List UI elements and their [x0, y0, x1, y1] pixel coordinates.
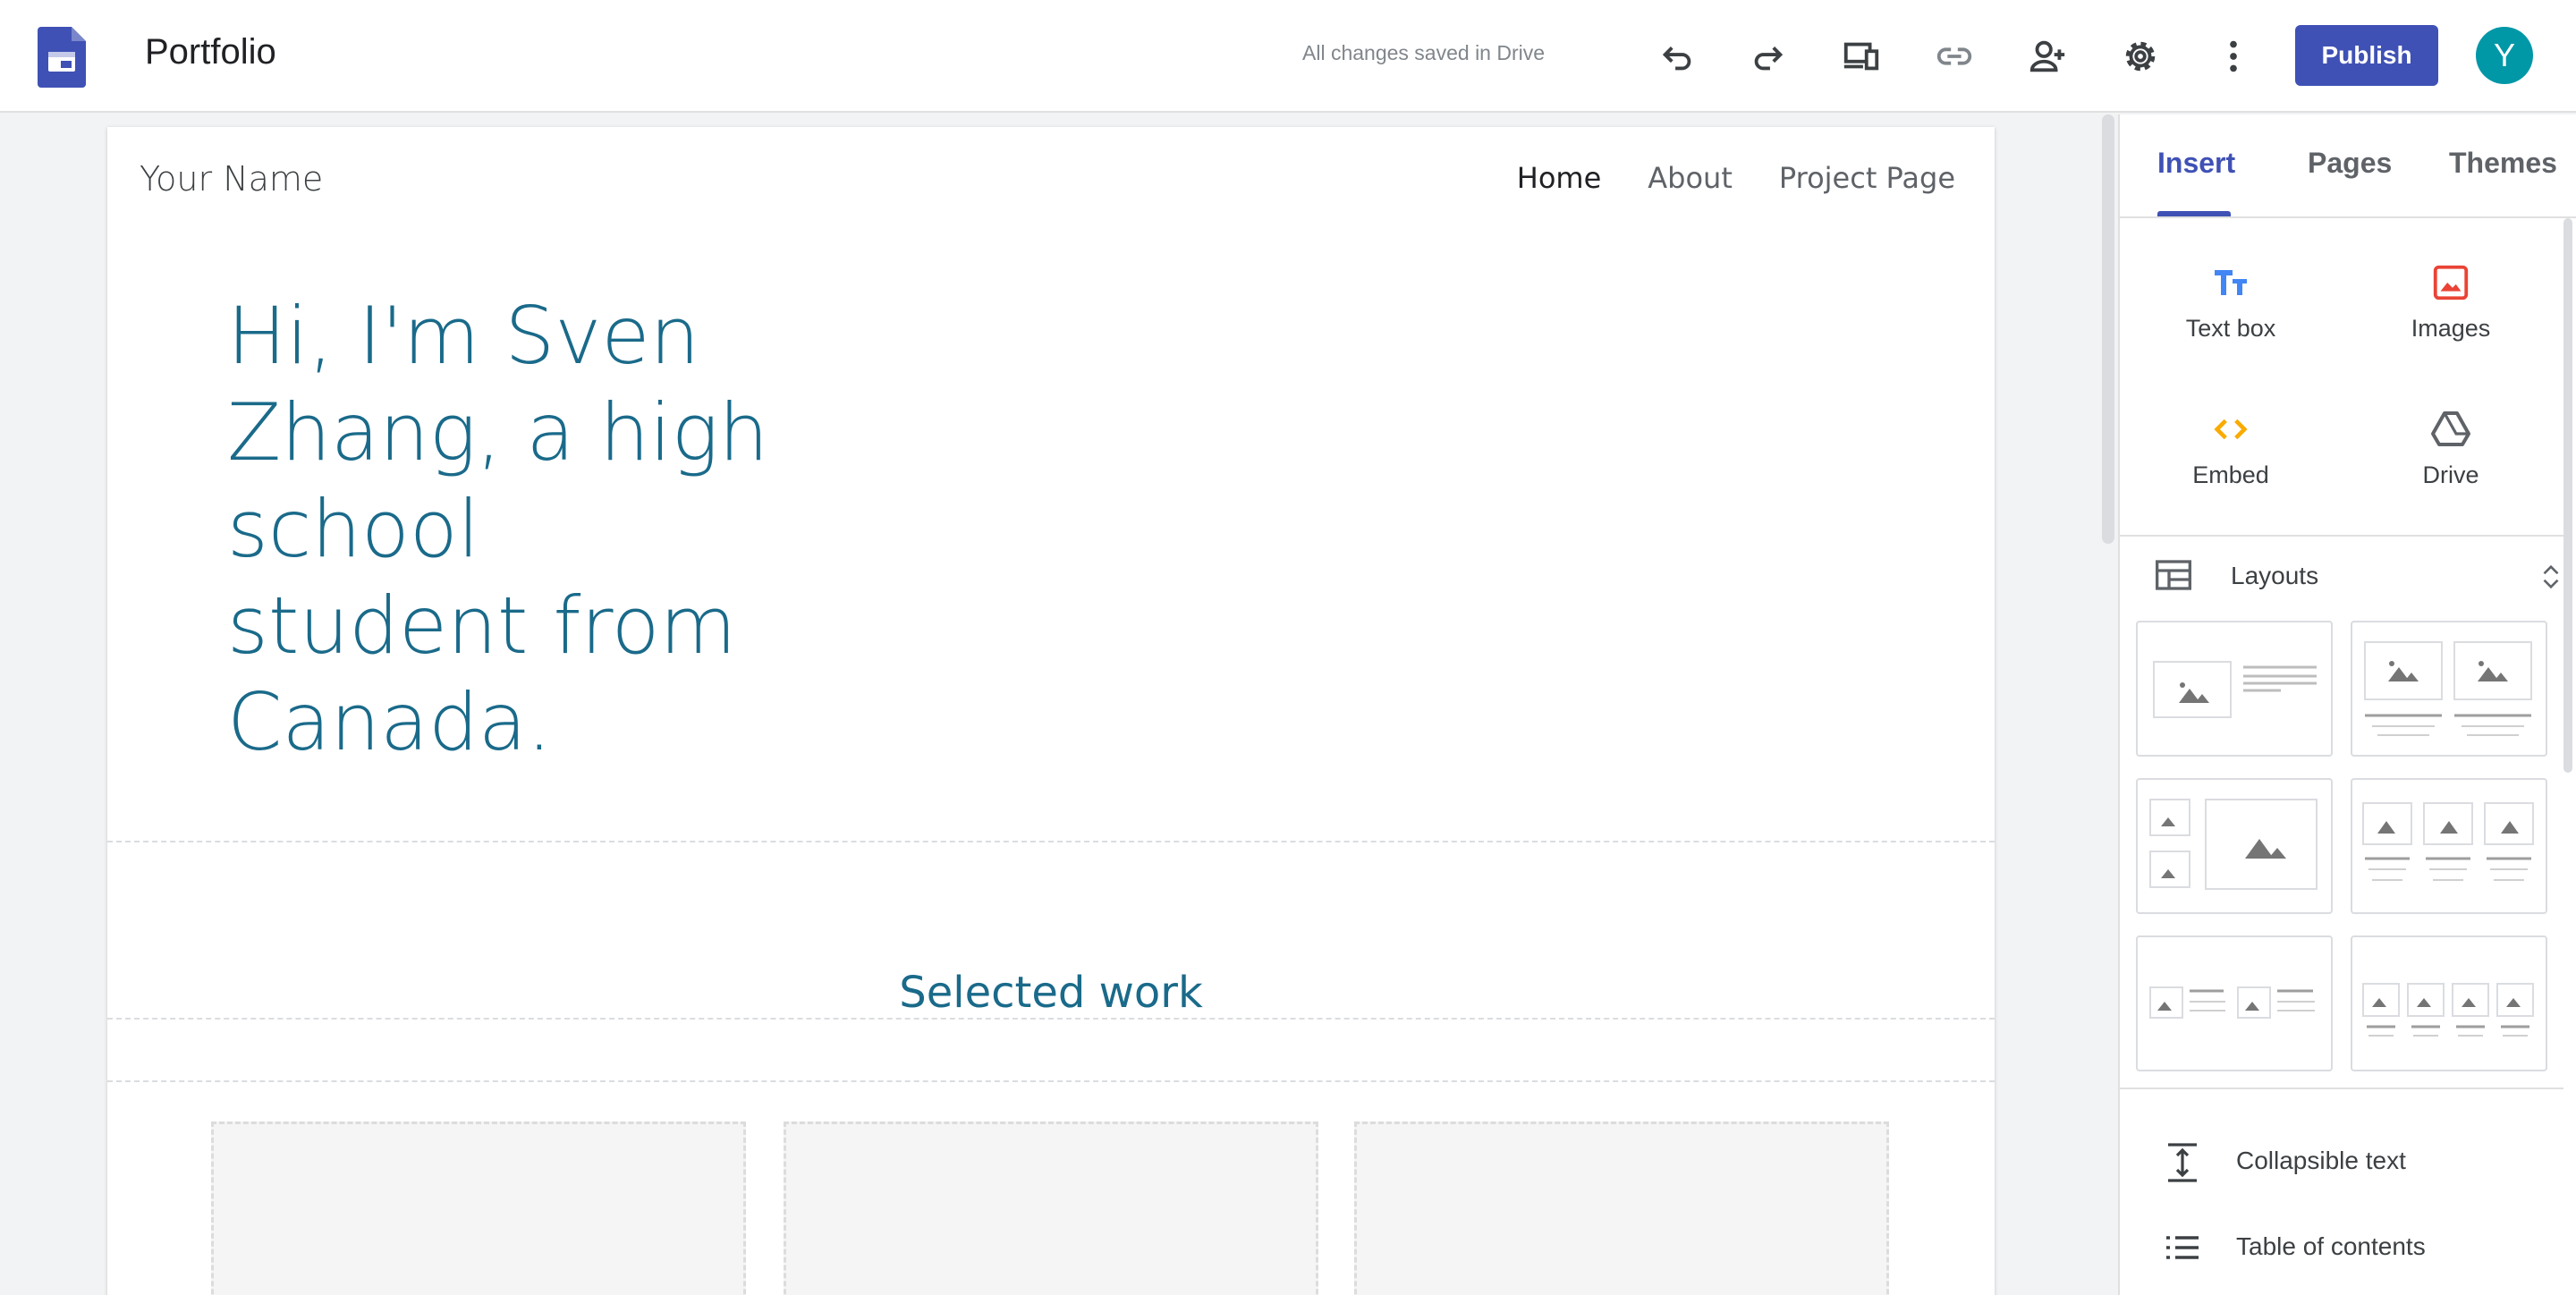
section-divider — [107, 1080, 1995, 1082]
image-placeholder[interactable] — [211, 1121, 746, 1295]
panel-scrollbar-thumb[interactable] — [2563, 218, 2572, 773]
top-bar: Portfolio All changes saved in Drive Pub… — [0, 0, 2576, 113]
site-name[interactable]: Your Name — [140, 159, 323, 199]
layout-option[interactable] — [2136, 935, 2333, 1071]
embed-icon — [2207, 406, 2254, 453]
sites-logo-icon[interactable] — [38, 27, 86, 88]
insert-text-box-button[interactable]: Text box — [2141, 259, 2320, 343]
publish-button[interactable]: Publish — [2295, 25, 2438, 86]
undo-icon[interactable] — [1653, 32, 1701, 80]
insert-table-of-contents-button[interactable]: Table of contents — [2165, 1225, 2558, 1270]
insert-drive-button[interactable]: Drive — [2361, 406, 2540, 489]
layouts-header[interactable]: Layouts — [2156, 554, 2559, 599]
layouts-icon — [2156, 560, 2191, 590]
insert-images-button[interactable]: Images — [2361, 259, 2540, 343]
site-page[interactable]: Your Name Home About Project Page Hi, I'… — [107, 127, 1995, 1295]
image-placeholder[interactable] — [1354, 1121, 1889, 1295]
more-vert-icon[interactable] — [2209, 32, 2258, 80]
collapse-chevron-icon[interactable] — [2542, 563, 2560, 590]
drive-icon — [2428, 406, 2474, 453]
tab-themes[interactable]: Themes — [2449, 147, 2557, 180]
site-nav-about[interactable]: About — [1648, 161, 1733, 195]
table-of-contents-icon — [2166, 1236, 2199, 1259]
layout-option[interactable] — [2351, 621, 2547, 757]
panel-divider — [2120, 535, 2563, 537]
insert-collapsible-text-button[interactable]: Collapsible text — [2165, 1139, 2558, 1184]
hero-heading[interactable]: Hi, I'm Sven Zhang, a high school studen… — [227, 288, 800, 771]
layouts-label: Layouts — [2231, 562, 2319, 589]
link-icon[interactable] — [1930, 32, 1979, 80]
list-item-label: Collapsible text — [2236, 1147, 2406, 1174]
layout-option[interactable] — [2136, 621, 2333, 757]
insert-embed-button[interactable]: Embed — [2141, 406, 2320, 489]
panel-tabs: Insert Pages Themes — [2120, 114, 2576, 218]
collapsible-text-icon — [2168, 1143, 2197, 1182]
active-tab-indicator — [2157, 211, 2231, 216]
text-box-icon — [2207, 259, 2254, 306]
layout-option[interactable] — [2351, 778, 2547, 914]
site-nav-home[interactable]: Home — [1517, 161, 1602, 195]
site-navigation: Home About Project Page — [1517, 161, 1955, 195]
site-nav-project-page[interactable]: Project Page — [1779, 161, 1955, 195]
insert-item-label: Text box — [2185, 315, 2276, 342]
canvas-scrollbar[interactable] — [2102, 114, 2118, 544]
section-heading[interactable]: Selected work — [107, 968, 1995, 1018]
settings-gear-icon[interactable] — [2116, 32, 2165, 80]
tab-insert[interactable]: Insert — [2157, 147, 2235, 180]
canvas-scrollbar-thumb[interactable] — [2102, 114, 2114, 544]
image-icon — [2428, 259, 2474, 306]
document-title[interactable]: Portfolio — [145, 32, 276, 72]
insert-item-label: Drive — [2422, 461, 2479, 488]
layout-option[interactable] — [2351, 935, 2547, 1071]
insert-panel: Insert Pages Themes Text box Images Embe… — [2118, 114, 2576, 1295]
save-status: All changes saved in Drive — [1302, 41, 1546, 64]
image-placeholder[interactable] — [784, 1121, 1318, 1295]
editor-canvas: Your Name Home About Project Page Hi, I'… — [0, 114, 2102, 1295]
insert-item-label: Embed — [2192, 461, 2269, 488]
account-avatar[interactable]: Y — [2476, 27, 2533, 84]
share-add-person-icon[interactable] — [2023, 32, 2072, 80]
redo-icon[interactable] — [1744, 32, 1792, 80]
insert-item-label: Images — [2411, 315, 2491, 342]
panel-divider — [2120, 1088, 2563, 1089]
layout-option[interactable] — [2136, 778, 2333, 914]
list-item-label: Table of contents — [2236, 1232, 2426, 1260]
preview-devices-icon[interactable] — [1837, 32, 1885, 80]
section-divider — [107, 1018, 1995, 1020]
section-divider — [107, 841, 1995, 842]
tab-pages[interactable]: Pages — [2308, 147, 2392, 180]
